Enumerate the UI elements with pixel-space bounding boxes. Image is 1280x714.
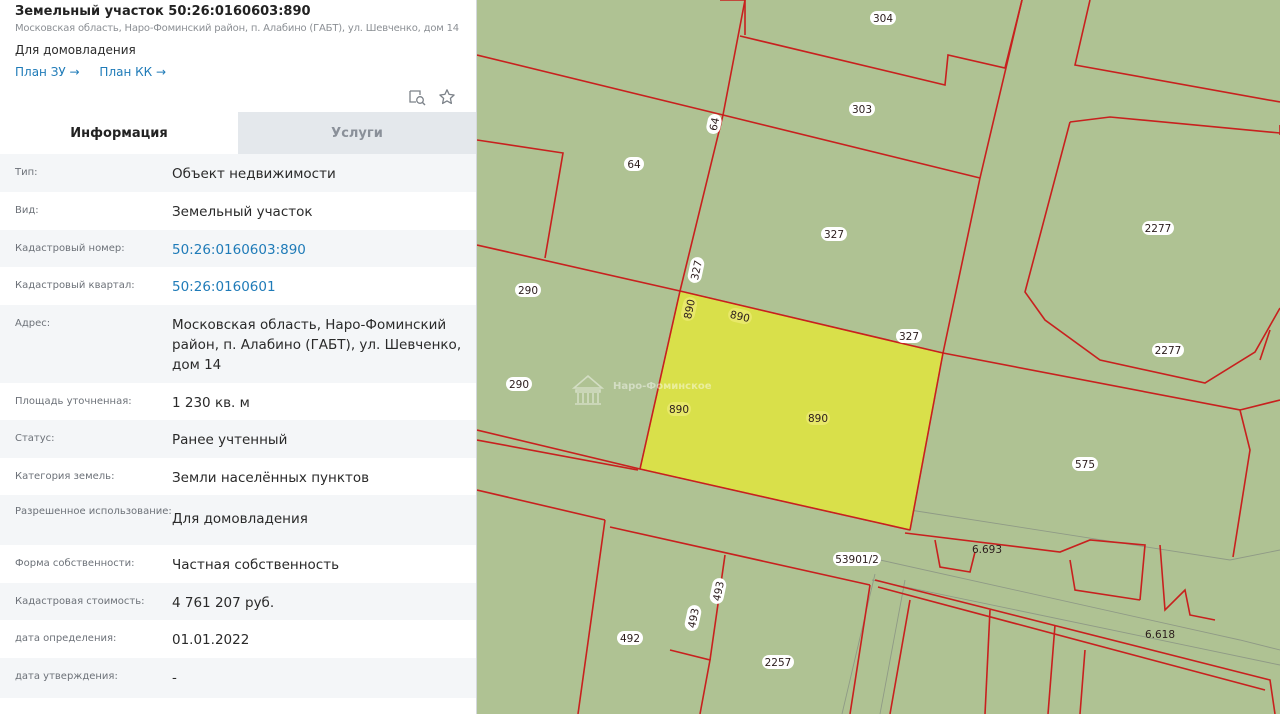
row-label: дата утверждения: — [15, 671, 118, 682]
row-value: Московская область, Наро-Фоминский район… — [172, 317, 462, 373]
info-row-permitted-use: Разрешенное использование: Для домовладен… — [0, 495, 476, 545]
cadastral-map[interactable]: Наро-Фоминское 304 303 64 64 327 327 327… — [477, 0, 1280, 714]
watermark-text: Наро-Фоминское — [613, 381, 712, 392]
row-label: Статус: — [15, 433, 55, 444]
label-890-c-text: 890 — [669, 404, 689, 416]
row-value: Частная собственность — [172, 557, 340, 573]
info-row-ownership: Форма собственности: Частная собственност… — [0, 545, 476, 583]
label-290-b: 290 — [506, 377, 532, 391]
map-canvas[interactable]: Наро-Фоминское 304 303 64 64 327 327 327… — [477, 0, 1280, 714]
label-290-a-text: 290 — [518, 285, 538, 297]
label-327-c-text: 327 — [899, 331, 919, 343]
row-value: Объект недвижимости — [172, 166, 336, 182]
label-492: 492 — [617, 631, 643, 645]
plan-zu-link[interactable]: План ЗУ → — [15, 65, 80, 79]
row-value: Ранее учтенный — [172, 432, 288, 448]
cadastral-number-link[interactable]: 50:26:0160603:890 — [172, 230, 306, 267]
label-6-693-text: 6.693 — [972, 544, 1002, 556]
info-table: Тип: Объект недвижимости Вид: Земельный уч… — [0, 154, 476, 698]
label-2277-a: 2277 — [1142, 221, 1174, 235]
info-row-area: Площадь уточненная: 1 230 кв. м — [0, 383, 476, 420]
info-row-cadastral-quarter: Кадастровый квартал: 50:26:0160601 — [0, 267, 476, 305]
label-575-text: 575 — [1075, 459, 1095, 471]
info-row-approval-date: дата утверждения: - — [0, 658, 476, 698]
panel-header: Земельный участок 50:26:0160603:890 Моск… — [0, 0, 476, 112]
label-303-text: 303 — [852, 104, 872, 116]
parcel-title: Земельный участок 50:26:0160603:890 — [15, 4, 311, 19]
row-label: Тип: — [15, 167, 38, 178]
label-2277-b: 2277 — [1152, 343, 1184, 357]
label-890-d-text: 890 — [808, 413, 828, 425]
locate-on-map-icon[interactable] — [408, 88, 426, 110]
tab-services[interactable]: Услуги — [238, 112, 476, 154]
label-6-693: 6.693 — [972, 544, 1002, 556]
info-row-valuation-date: дата определения: 01.01.2022 — [0, 620, 476, 658]
info-panel: Земельный участок 50:26:0160603:890 Моск… — [0, 0, 477, 714]
row-label: дата определения: — [15, 633, 117, 644]
parcel-address: Московская область, Наро-Фоминский район… — [15, 23, 459, 34]
parcel-purpose: Для домовладения — [15, 43, 136, 57]
label-2257: 2257 — [762, 655, 794, 669]
row-label: Вид: — [15, 205, 39, 216]
label-890-d: 890 — [806, 411, 830, 425]
row-value: Земельный участок — [172, 204, 313, 220]
cadastral-quarter-link[interactable]: 50:26:0160601 — [172, 267, 276, 305]
label-492-text: 492 — [620, 633, 640, 645]
row-value: - — [172, 670, 177, 686]
tab-information[interactable]: Информация — [0, 112, 238, 154]
label-53901-2-text: 53901/2 — [835, 554, 879, 566]
info-row-land-category: Категория земель: Земли населённых пункто… — [0, 458, 476, 495]
label-2257-text: 2257 — [765, 657, 792, 669]
row-label: Форма собственности: — [15, 558, 135, 569]
label-2277-b-text: 2277 — [1155, 345, 1182, 357]
label-303: 303 — [849, 102, 875, 116]
label-327-c: 327 — [896, 329, 922, 343]
row-label: Адрес: — [15, 318, 51, 329]
row-label: Площадь уточненная: — [15, 396, 132, 407]
row-value: 1 230 кв. м — [172, 395, 250, 411]
row-value: 01.01.2022 — [172, 632, 250, 648]
panel-tabs: Информация Услуги — [0, 112, 476, 154]
info-row-type: Тип: Объект недвижимости — [0, 154, 476, 192]
info-row-address: Адрес: Московская область, Наро-Фоминский… — [0, 305, 476, 383]
info-row-cadastral-value: Кадастровая стоимость: 4 761 207 руб. — [0, 583, 476, 620]
favorite-star-icon[interactable] — [438, 88, 456, 110]
label-64-a-text: 64 — [627, 159, 641, 171]
row-label: Кадастровый квартал: — [15, 280, 135, 291]
label-64-a: 64 — [624, 157, 644, 171]
header-icons — [408, 88, 456, 110]
row-label: Кадастровая стоимость: — [15, 596, 145, 607]
label-304-text: 304 — [873, 13, 893, 25]
label-327-a: 327 — [821, 227, 847, 241]
label-327-a-text: 327 — [824, 229, 844, 241]
info-row-cadastral-number: Кадастровый номер: 50:26:0160603:890 — [0, 230, 476, 267]
label-290-a: 290 — [515, 283, 541, 297]
info-row-kind: Вид: Земельный участок — [0, 192, 476, 230]
row-value: 4 761 207 руб. — [172, 595, 275, 611]
label-575: 575 — [1072, 457, 1098, 471]
label-304: 304 — [870, 11, 896, 25]
row-value: Для домовладения — [172, 511, 308, 527]
label-290-b-text: 290 — [509, 379, 529, 391]
label-6-618: 6.618 — [1145, 629, 1175, 641]
row-value: Земли населённых пунктов — [172, 470, 370, 486]
info-row-status: Статус: Ранее учтенный — [0, 420, 476, 458]
label-2277-a-text: 2277 — [1145, 223, 1172, 235]
plan-links: План ЗУ → План КК → — [15, 65, 462, 79]
plan-kk-link[interactable]: План КК → — [99, 65, 166, 79]
row-label: Кадастровый номер: — [15, 243, 125, 254]
row-label: Категория земель: — [15, 471, 115, 482]
label-6-618-text: 6.618 — [1145, 629, 1175, 641]
row-label: Разрешенное использование: — [15, 506, 172, 517]
label-53901-2: 53901/2 — [833, 552, 881, 566]
label-890-c: 890 — [667, 402, 691, 416]
